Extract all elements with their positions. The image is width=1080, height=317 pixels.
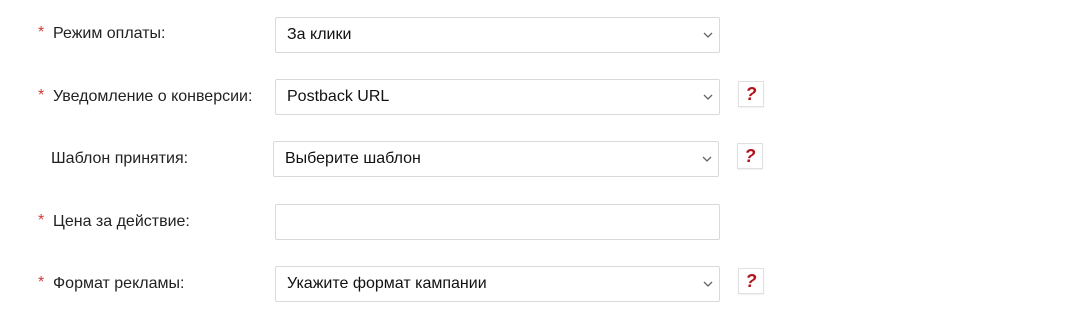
chevron-down-icon <box>703 32 713 38</box>
payment-mode-selected-value: За клики <box>287 26 352 43</box>
ad-format-select[interactable]: Укажите формат кампании <box>275 266 720 302</box>
chevron-down-icon <box>703 281 713 287</box>
ad-format-help-icon[interactable]: ? <box>738 268 764 294</box>
cost-per-action-row: * Цена за действие: <box>0 204 1080 240</box>
acceptance-template-help-icon[interactable]: ? <box>737 143 763 169</box>
acceptance-template-row: Шаблон принятия: Выберите шаблон ? <box>0 141 1080 177</box>
payment-mode-row: * Режим оплаты: За клики <box>0 17 1080 53</box>
acceptance-template-select[interactable]: Выберите шаблон <box>273 141 719 177</box>
conversion-notification-label: Уведомление о конверсии: <box>53 88 253 105</box>
conversion-settings-form: * Режим оплаты: За клики * Уведомление о… <box>0 0 1080 317</box>
required-asterisk: * <box>38 87 45 104</box>
required-asterisk: * <box>38 24 45 41</box>
conversion-notification-help-icon[interactable]: ? <box>738 81 764 107</box>
cost-per-action-input[interactable] <box>275 204 720 240</box>
cost-per-action-label: Цена за действие: <box>53 213 190 230</box>
required-asterisk: * <box>38 212 45 229</box>
chevron-down-icon <box>702 156 712 162</box>
conversion-notification-row: * Уведомление о конверсии: Postback URL … <box>0 79 1080 115</box>
acceptance-template-selected-value: Выберите шаблон <box>285 150 421 167</box>
chevron-down-icon <box>703 94 713 100</box>
payment-mode-label: Режим оплаты: <box>53 25 166 42</box>
ad-format-label: Формат рекламы: <box>53 275 185 292</box>
acceptance-template-label: Шаблон принятия: <box>51 150 189 167</box>
ad-format-row: * Формат рекламы: Укажите формат кампани… <box>0 266 1080 302</box>
ad-format-selected-value: Укажите формат кампании <box>287 275 487 292</box>
conversion-notification-selected-value: Postback URL <box>287 88 390 105</box>
payment-mode-select[interactable]: За клики <box>275 17 720 53</box>
conversion-notification-select[interactable]: Postback URL <box>275 79 720 115</box>
required-asterisk: * <box>38 274 45 291</box>
